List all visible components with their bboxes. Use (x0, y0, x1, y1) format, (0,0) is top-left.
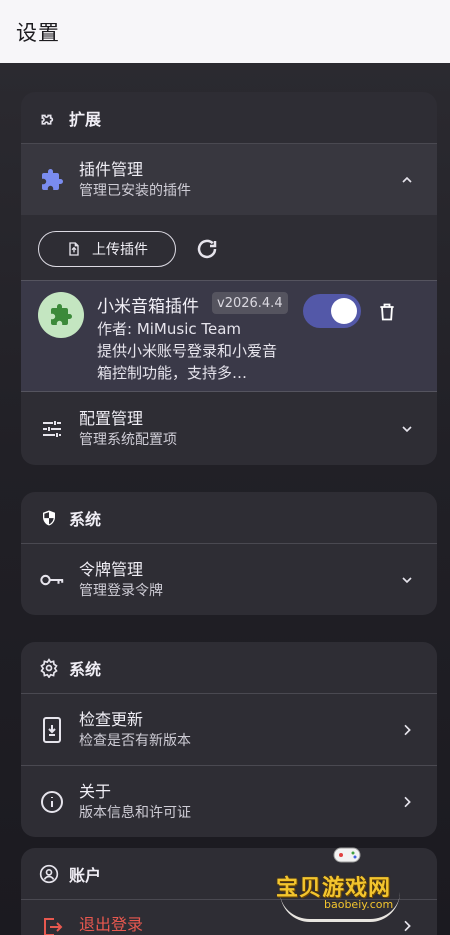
info-icon (39, 789, 65, 815)
config-management-title: 配置管理 (79, 408, 144, 428)
watermark-url: baobeiy.com (324, 898, 394, 911)
check-update-title: 检查更新 (79, 709, 144, 729)
upload-plugin-label: 上传插件 (92, 242, 148, 258)
toggle-knob (331, 298, 357, 324)
config-management-subtitle: 管理系统配置项 (79, 431, 177, 448)
system-section-title: 系统 (21, 492, 437, 544)
gamepad-icon (333, 847, 361, 863)
system-section-title: 系统 (21, 642, 437, 694)
token-management-title: 令牌管理 (79, 559, 144, 579)
chevron-right-icon[interactable] (395, 790, 419, 814)
config-management-row[interactable]: 配置管理 管理系统配置项 (21, 392, 437, 465)
chevron-down-icon[interactable] (395, 417, 419, 441)
puzzle-icon (51, 304, 72, 325)
tune-icon (39, 416, 65, 442)
extensions-section-title: 扩展 (21, 92, 437, 144)
system-title-label: 系统 (69, 509, 102, 529)
upload-plugin-button[interactable]: 上传插件 (38, 231, 176, 267)
plugin-management-title: 插件管理 (79, 159, 144, 179)
gear-icon (39, 657, 59, 678)
key-icon (39, 567, 65, 593)
check-update-row[interactable]: 检查更新 检查是否有新版本 (21, 694, 437, 765)
about-subtitle: 版本信息和许可证 (79, 804, 191, 821)
system-title-label: 系统 (69, 659, 102, 679)
puzzle-outline-icon (39, 108, 59, 128)
token-management-subtitle: 管理登录令牌 (79, 582, 163, 599)
account-title-label: 账户 (69, 865, 102, 885)
upload-file-icon (69, 242, 79, 256)
refresh-icon[interactable] (195, 237, 219, 261)
account-circle-icon (39, 864, 59, 884)
shield-icon (39, 508, 59, 528)
site-watermark: 宝贝游戏网 baobeiy.com (270, 842, 430, 922)
plugin-description: 提供小米账号登录和小爱音箱控制功能，支持多… (97, 342, 278, 382)
plugin-list-item[interactable]: 小米音箱插件 v2026.4.4 作者: MiMusic Team 提供小米账号… (21, 280, 437, 392)
chevron-down-icon[interactable] (395, 568, 419, 592)
token-management-row[interactable]: 令牌管理 管理登录令牌 (21, 544, 437, 615)
plugin-name: 小米音箱插件 (97, 297, 199, 317)
chevron-right-icon[interactable] (395, 718, 419, 742)
page-title: 设置 (16, 20, 60, 45)
plugin-avatar (38, 292, 84, 338)
plugin-author: 作者: MiMusic Team (97, 320, 242, 338)
plugin-management-row[interactable]: 插件管理 管理已安装的插件 (21, 144, 437, 215)
about-title: 关于 (79, 781, 112, 801)
extensions-card: 扩展 插件管理 管理已安装的插件 上传插件 小米音箱插件 v2026.4.4 作… (21, 92, 437, 465)
app-header: 设置 (0, 0, 450, 63)
phone-update-icon (39, 716, 65, 743)
system-card-updates: 系统 检查更新 检查是否有新版本 关于 版本信息和许可证 (21, 642, 437, 837)
plugin-version-badge: v2026.4.4 (212, 292, 288, 314)
logout-icon (39, 914, 65, 935)
system-card-security: 系统 令牌管理 管理登录令牌 (21, 492, 437, 615)
trash-icon[interactable] (377, 301, 397, 323)
chevron-up-icon[interactable] (395, 168, 419, 192)
about-row[interactable]: 关于 版本信息和许可证 (21, 766, 437, 837)
puzzle-icon (39, 167, 65, 193)
extensions-title-label: 扩展 (69, 109, 102, 129)
plugin-enable-toggle[interactable] (303, 294, 361, 328)
check-update-subtitle: 检查是否有新版本 (79, 732, 191, 749)
plugin-management-subtitle: 管理已安装的插件 (79, 182, 191, 199)
